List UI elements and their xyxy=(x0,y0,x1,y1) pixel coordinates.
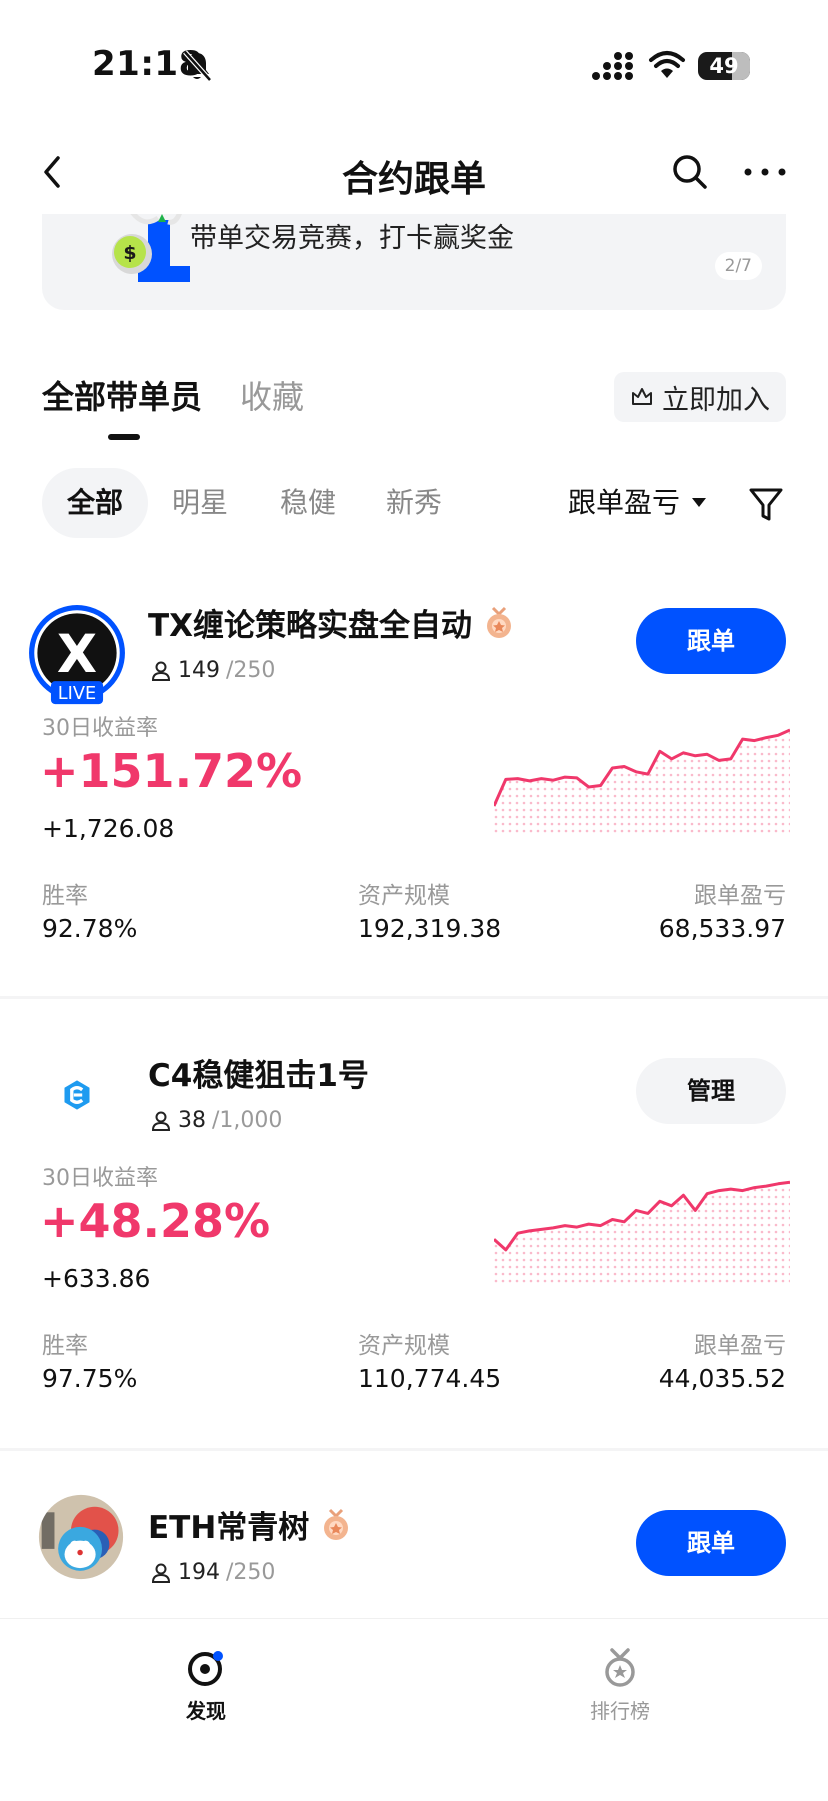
pnl-value: +633.86 xyxy=(42,1264,151,1293)
leader-name[interactable]: ETH常青树 xyxy=(148,1502,353,1547)
nav-discover[interactable]: 发现 xyxy=(146,1647,266,1724)
sort-dropdown[interactable]: 跟单盈亏 xyxy=(568,468,707,538)
leader-card[interactable]: X LIVE TX缠论策略实盘全自动 149/250 跟单 30日收益率 +15… xyxy=(0,574,828,1024)
win-rate-label: 胜率 xyxy=(42,1333,88,1359)
bell-muted-icon xyxy=(183,50,212,82)
medal-icon xyxy=(487,606,512,638)
active-tab-indicator xyxy=(108,434,140,440)
copy-pnl-label: 跟单盈亏 xyxy=(694,883,786,909)
crown-icon xyxy=(632,388,652,405)
medal-icon xyxy=(324,1508,349,1540)
leader-card[interactable]: ETH常青树 194/250 跟单 xyxy=(0,1476,828,1618)
divider xyxy=(0,1448,828,1451)
filter-row: 全部 明星 稳健 新秀 跟单盈亏 xyxy=(42,468,786,538)
nav-header: 合约跟单 xyxy=(0,130,828,214)
tab-all-leaders[interactable]: 全部带单员 xyxy=(42,372,202,418)
filter-chip-rookie[interactable]: 新秀 xyxy=(386,468,442,538)
bottom-nav: 发现 排行榜 xyxy=(0,1618,828,1801)
roi-label: 30日收益率 xyxy=(42,716,158,741)
win-rate-value: 97.75% xyxy=(42,1364,138,1393)
discover-icon xyxy=(188,1651,223,1686)
filter-chip-all[interactable]: 全部 xyxy=(42,468,148,538)
svg-text:$: $ xyxy=(123,242,136,264)
win-rate-value: 92.78% xyxy=(42,914,138,943)
filter-chip-steady[interactable]: 稳健 xyxy=(280,468,336,538)
follower-count: 149/250 xyxy=(150,658,275,683)
ranking-medal-icon xyxy=(605,1648,635,1687)
banner-page-indicator: 2/7 xyxy=(714,252,762,280)
copy-pnl-value: 44,035.52 xyxy=(658,1364,786,1393)
aum-value: 110,774.45 xyxy=(358,1364,502,1393)
sort-label: 跟单盈亏 xyxy=(568,486,681,519)
live-badge: LIVE xyxy=(58,684,96,704)
aum-value: 192,319.38 xyxy=(358,914,502,943)
person-icon xyxy=(151,1563,171,1583)
pnl-value: +1,726.08 xyxy=(42,814,175,843)
roi-sparkline xyxy=(494,728,790,836)
sparkline-area xyxy=(494,1182,790,1286)
caret-down-icon xyxy=(692,497,707,507)
roi-value: +48.28% xyxy=(40,1194,271,1248)
follower-count: 38/1,000 xyxy=(150,1108,282,1133)
nav-discover-label: 发现 xyxy=(186,1699,226,1723)
nav-ranking-label: 排行榜 xyxy=(590,1699,650,1723)
copy-pnl-value: 68,533.97 xyxy=(658,914,786,943)
follower-count: 194/250 xyxy=(150,1560,275,1585)
copy-pnl-label: 跟单盈亏 xyxy=(694,1333,786,1359)
roi-label: 30日收益率 xyxy=(42,1166,158,1191)
roi-value: +151.72% xyxy=(40,744,303,798)
trophy-coin-icon: $ xyxy=(112,214,190,282)
avatar: X LIVE xyxy=(29,605,125,705)
search-icon[interactable] xyxy=(670,152,710,192)
tab-favorites[interactable]: 收藏 xyxy=(240,372,304,418)
aum-label: 资产规模 xyxy=(358,1333,450,1359)
copy-trade-button[interactable]: 跟单 xyxy=(636,1510,786,1576)
join-now-label: 立即加入 xyxy=(662,384,770,416)
banner-text: 带单交易竞赛，打卡赢奖金 xyxy=(190,223,514,254)
aum-label: 资产规模 xyxy=(358,883,450,909)
wifi-icon xyxy=(649,51,685,78)
divider xyxy=(0,996,828,999)
leader-card[interactable]: C4稳健狙击1号 38/1,000 管理 30日收益率 +48.28% +633… xyxy=(0,1024,828,1474)
nav-ranking[interactable]: 排行榜 xyxy=(560,1647,680,1724)
avatar xyxy=(29,1047,125,1143)
manage-button[interactable]: 管理 xyxy=(636,1058,786,1124)
sparkline-area xyxy=(494,730,790,836)
leader-name[interactable]: C4稳健狙击1号 xyxy=(148,1050,369,1095)
battery-indicator: 49 xyxy=(698,52,750,80)
leader-name[interactable]: TX缠论策略实盘全自动 xyxy=(148,600,516,645)
status-bar: 21:18 49 xyxy=(0,0,828,120)
win-rate-label: 胜率 xyxy=(42,883,88,909)
more-options-icon[interactable] xyxy=(742,152,788,192)
roi-sparkline xyxy=(494,1180,790,1286)
filter-chip-star[interactable]: 明星 xyxy=(172,468,228,538)
copy-trade-button[interactable]: 跟单 xyxy=(636,608,786,674)
person-icon xyxy=(151,661,171,681)
avatar xyxy=(38,1494,124,1580)
person-icon xyxy=(151,1111,171,1131)
cellular-signal-icon xyxy=(592,52,633,80)
promo-banner[interactable]: $ 带单交易竞赛，打卡赢奖金 2/7 xyxy=(42,214,786,310)
filter-funnel-icon[interactable] xyxy=(748,486,784,524)
join-now-button[interactable]: 立即加入 xyxy=(614,372,786,422)
svg-text:X: X xyxy=(57,625,97,685)
